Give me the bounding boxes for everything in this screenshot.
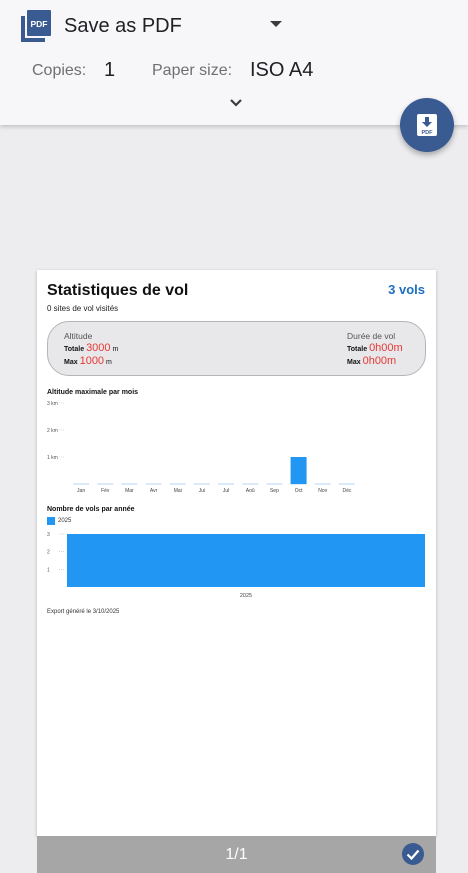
bar-2025 [67,534,425,587]
svg-text:PDF: PDF [422,130,434,136]
sites-visited: 0 sites de vol visités [47,304,119,313]
duration-total-row: Totale 0h00m [347,342,403,354]
duration-max-row: Max 0h00m [347,355,396,367]
x-tick-label: Mai [174,488,182,494]
x-tick-label: Sep [270,488,279,494]
duration-total-value: 0h00m [369,342,403,354]
monthly-altitude-chart: 1 km 2 km 3 km Jan Fév Mar Avr Mai Jui Jul Aoû Sep O… [47,401,355,494]
altitude-total-label: Totale [64,346,85,353]
altitude-total-unit: m [112,346,119,353]
x-tick-label: Jan [77,488,85,494]
yearly-flights-chart: 1 2 3 2025 [47,532,425,599]
altitude-heading: Altitude [64,331,93,341]
stats-summary-box: Altitude Totale 3000 m Max 1000 m Durée … [47,321,426,376]
copies-label: Copies: [32,62,87,79]
copies-field[interactable]: 1 [104,59,115,82]
page-navigation-bar: 1/1 [37,836,436,873]
document-title: Statistiques de vol [47,282,189,299]
x-tick-label: Jul [223,488,229,494]
altitude-max-value: 1000 [79,355,105,367]
yearly-flights-chart-title: Nombre de vols par année [47,506,135,513]
x-tick-label: Nov [318,488,327,494]
x-tick-label: Aoû [246,488,255,494]
duration-max-label: Max [347,359,361,366]
x-tick-label: Jui [199,488,205,494]
legend-swatch-2025 [47,517,55,525]
duration-max-value: 0h00m [362,355,397,367]
check-circle-icon[interactable] [401,842,425,866]
pdf-download-icon: PDF [417,114,437,136]
expand-chevron-icon[interactable] [226,95,246,111]
print-preview-page: Statistiques de vol 3 vols 0 sites de vo… [37,270,436,836]
pdf-file-icon: PDF [21,10,51,42]
altitude-max-label: Max [64,359,78,366]
x-tick-label: 2025 [240,593,252,599]
x-tick-label: Mar [125,488,134,494]
destination-select[interactable]: Save as PDF [64,15,182,38]
duration-total-label: Totale [347,346,368,353]
y-tick-label: 3 [47,532,50,538]
altitude-total-value: 3000 [86,342,111,354]
paper-size-select[interactable]: ISO A4 [250,59,313,82]
page-counter: 1/1 [225,846,248,863]
altitude-max-unit: m [106,359,112,366]
svg-text:PDF: PDF [31,19,48,29]
flight-count: 3 vols [388,282,425,297]
x-tick-label: Avr [150,488,158,494]
altitude-max-row: Max 1000 m [64,355,112,367]
y-tick-label: 3 km [47,401,58,407]
altitude-total-row: Totale 3000 m [64,342,118,354]
print-settings-panel: PDF Save as PDF Copies: 1 Paper size: IS… [0,0,468,125]
bar-oct [290,457,307,484]
export-date-note: Export généré le 3/10/2025 [47,609,120,615]
x-tick-label: Fév [101,488,110,494]
duration-heading: Durée de vol [347,331,396,341]
y-tick-label: 2 [47,550,50,556]
y-tick-label: 1 [47,567,50,573]
legend-label-2025: 2025 [58,518,72,524]
paper-size-label: Paper size: [152,62,233,79]
y-tick-label: 1 km [47,455,58,461]
x-tick-label: Déc [342,488,351,494]
download-pdf-button[interactable]: PDF [400,98,454,152]
dropdown-arrow-icon[interactable] [270,21,282,27]
x-tick-label: Oct [295,488,303,494]
y-tick-label: 2 km [47,428,58,434]
monthly-altitude-chart-title: Altitude maximale par mois [47,389,139,396]
